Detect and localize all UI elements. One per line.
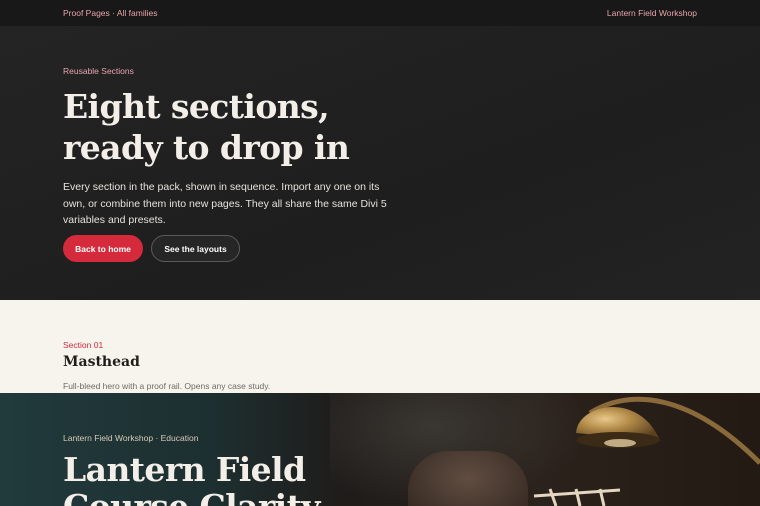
photo-hand [408, 451, 528, 506]
masthead-preview: Lantern Field Workshop · Education Lante… [0, 393, 760, 506]
preview-title-line-1: Lantern Field [63, 450, 306, 489]
title-line-1: Eight sections, [63, 87, 330, 126]
preview-title: Lantern Field Course Clarity [63, 451, 363, 506]
breadcrumb[interactable]: Proof Pages · All families [63, 8, 157, 18]
section-description: Full-bleed hero with a proof rail. Opens… [63, 381, 271, 391]
hero-section: Reusable Sections Eight sections, ready … [0, 26, 760, 300]
title-line-2: ready to drop in [63, 128, 350, 167]
hero-description: Every section in the pack, shown in sequ… [63, 181, 387, 226]
preview-eyebrow: Lantern Field Workshop · Education [63, 433, 199, 443]
section-number-label: Section 01 [63, 340, 104, 350]
see-layouts-button[interactable]: See the layouts [151, 235, 240, 262]
page-title: Eight sections, ready to drop in [63, 86, 393, 168]
top-bar: Proof Pages · All families Lantern Field… [0, 0, 760, 26]
preview-title-line-2: Course Clarity [63, 488, 363, 506]
section-header: Section 01 Masthead Full-bleed hero with… [0, 300, 760, 393]
hero-eyebrow: Reusable Sections [63, 66, 134, 76]
back-to-home-button[interactable]: Back to home [63, 235, 143, 262]
section-title: Masthead [63, 354, 140, 370]
site-name-link[interactable]: Lantern Field Workshop [607, 8, 697, 18]
desk-lamp-image [533, 396, 760, 506]
